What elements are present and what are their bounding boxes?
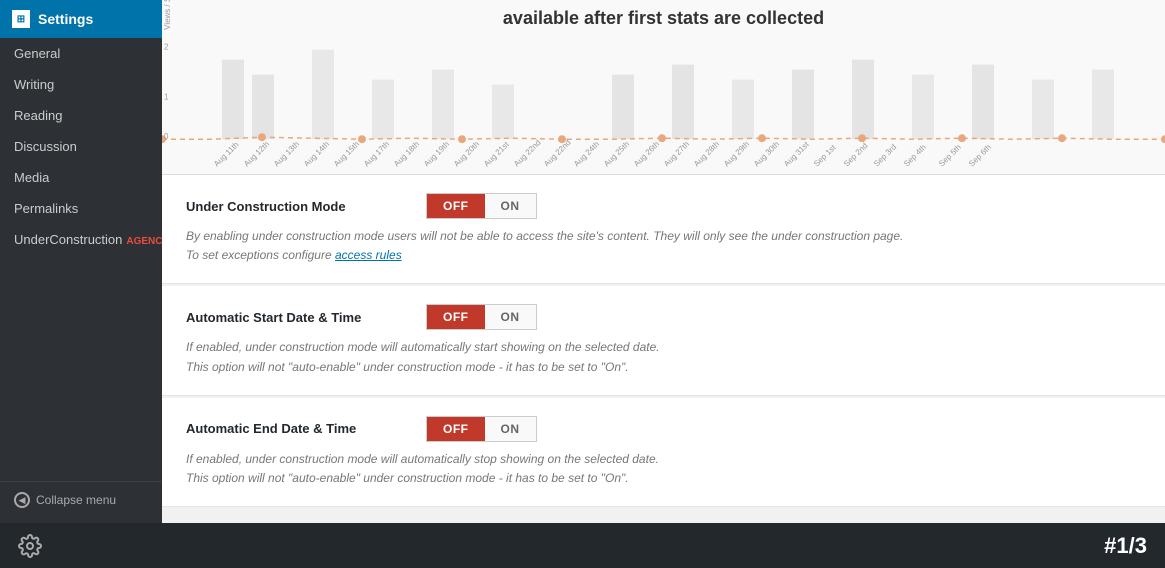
toggle-group-2: OFF ON <box>426 304 537 330</box>
svg-text:Aug 14th: Aug 14th <box>302 140 331 169</box>
sidebar-item-reading[interactable]: Reading <box>0 100 162 131</box>
svg-text:Aug 12th: Aug 12th <box>242 140 271 169</box>
setting-label-2: Automatic Start Date & Time <box>186 310 406 325</box>
svg-text:Aug 15th: Aug 15th <box>332 140 361 169</box>
svg-text:Aug 17th: Aug 17th <box>362 140 391 169</box>
agency-badge: AGENCY <box>126 236 162 247</box>
svg-text:Aug 19th: Aug 19th <box>422 140 451 169</box>
setting-description-3: If enabled, under construction mode will… <box>186 450 1126 488</box>
svg-text:Sep 3rd: Sep 3rd <box>872 142 898 168</box>
setting-label-3: Automatic End Date & Time <box>186 421 406 436</box>
main-content: available after first stats are collecte… <box>162 0 1165 568</box>
svg-text:Aug 20th: Aug 20th <box>452 140 481 169</box>
svg-text:Aug 21st: Aug 21st <box>482 139 511 168</box>
sidebar-item-discussion[interactable]: Discussion <box>0 131 162 162</box>
access-rules-link[interactable]: access rules <box>335 248 402 262</box>
sidebar-title: Settings <box>38 11 93 27</box>
svg-text:1: 1 <box>164 92 169 101</box>
svg-text:Aug 24th: Aug 24th <box>572 140 601 169</box>
page-number: #1/3 <box>1104 533 1147 559</box>
toggle-on-button-3[interactable]: ON <box>485 417 536 441</box>
setting-description-2: If enabled, under construction mode will… <box>186 338 1126 376</box>
sidebar: ⊞ Settings General Writing Reading Discu… <box>0 0 162 568</box>
svg-text:Aug 22nd: Aug 22nd <box>512 138 543 168</box>
settings-icon: ⊞ <box>12 10 30 28</box>
collapse-icon: ◀ <box>14 492 30 508</box>
svg-text:Aug 31st: Aug 31st <box>782 139 811 168</box>
sidebar-item-media[interactable]: Media <box>0 162 162 193</box>
bottom-gear-icon[interactable] <box>18 534 42 558</box>
svg-text:Sep 6th: Sep 6th <box>967 143 993 169</box>
toggle-off-button-2[interactable]: OFF <box>427 305 485 329</box>
sidebar-item-general[interactable]: General <box>0 38 162 69</box>
app-wrapper: ⊞ Settings General Writing Reading Discu… <box>0 0 1165 568</box>
svg-text:Aug 26th: Aug 26th <box>632 140 661 169</box>
svg-text:Sep 5th: Sep 5th <box>937 143 963 169</box>
toggle-off-button-1[interactable]: OFF <box>427 194 485 218</box>
setting-row-auto-start: Automatic Start Date & Time OFF ON If en… <box>162 286 1165 395</box>
svg-text:Aug 11th: Aug 11th <box>212 140 241 168</box>
collapse-menu-button[interactable]: ◀ Collapse menu <box>0 481 162 518</box>
sidebar-item-writing[interactable]: Writing <box>0 69 162 100</box>
setting-description-1: By enabling under construction mode user… <box>186 227 1126 265</box>
setting-row-header-2: Automatic Start Date & Time OFF ON <box>186 304 1141 330</box>
sidebar-header: ⊞ Settings <box>0 0 162 38</box>
bottom-bar: #1/3 <box>0 523 1165 568</box>
toggle-group-3: OFF ON <box>426 416 537 442</box>
svg-text:0: 0 <box>164 132 169 141</box>
toggle-on-button-2[interactable]: ON <box>485 305 536 329</box>
svg-text:Aug 25th: Aug 25th <box>602 140 631 169</box>
svg-text:Sep 4th: Sep 4th <box>902 143 928 169</box>
svg-text:Aug 27th: Aug 27th <box>662 140 691 169</box>
svg-text:2: 2 <box>164 43 169 52</box>
setting-label-1: Under Construction Mode <box>186 199 406 214</box>
toggle-group-1: OFF ON <box>426 193 537 219</box>
chart-title: available after first stats are collecte… <box>162 8 1165 29</box>
toggle-off-button-3[interactable]: OFF <box>427 417 485 441</box>
settings-panel: Under Construction Mode OFF ON By enabli… <box>162 175 1165 568</box>
svg-text:Sep 1st: Sep 1st <box>812 142 838 168</box>
toggle-on-button-1[interactable]: ON <box>485 194 536 218</box>
sidebar-item-permalinks[interactable]: Permalinks <box>0 193 162 224</box>
sidebar-item-underconstruction[interactable]: UnderConstructionAGENCY <box>0 224 162 255</box>
setting-row-auto-end: Automatic End Date & Time OFF ON If enab… <box>162 398 1165 507</box>
svg-text:Aug 13th: Aug 13th <box>272 140 301 169</box>
setting-row-header-3: Automatic End Date & Time OFF ON <box>186 416 1141 442</box>
svg-text:Aug 22nd: Aug 22nd <box>542 138 573 168</box>
setting-row-header-1: Under Construction Mode OFF ON <box>186 193 1141 219</box>
chart-area: available after first stats are collecte… <box>162 0 1165 175</box>
svg-text:Aug 29th: Aug 29th <box>722 140 751 169</box>
svg-text:Aug 30th: Aug 30th <box>752 140 781 169</box>
svg-text:Aug 18th: Aug 18th <box>392 140 421 169</box>
setting-row-under-construction: Under Construction Mode OFF ON By enabli… <box>162 175 1165 284</box>
svg-text:Aug 28th: Aug 28th <box>692 140 721 169</box>
svg-text:Sep 2nd: Sep 2nd <box>842 141 869 168</box>
